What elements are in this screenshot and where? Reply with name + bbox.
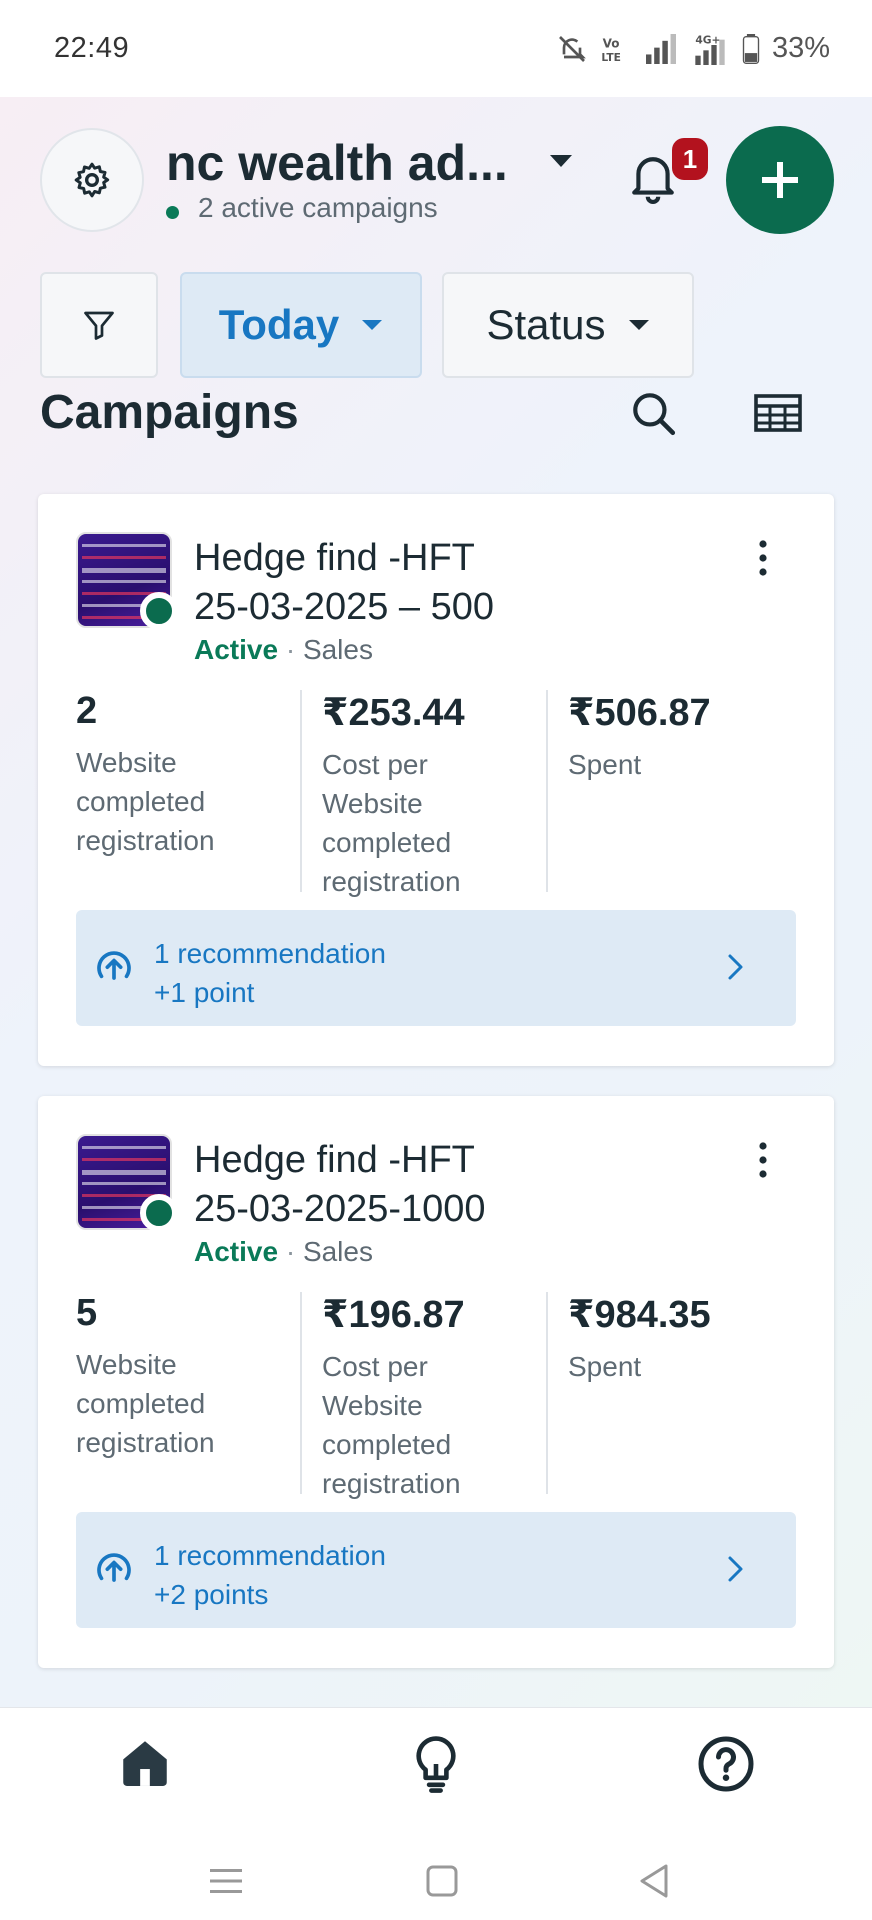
metric-value: 2 [76, 690, 98, 732]
filter-bar: Today Status [38, 272, 834, 378]
campaign-card[interactable]: Hedge find -HFT 25-03-2025-1000 Active ·… [38, 1096, 834, 1668]
metric-label: Website completed registration [76, 747, 215, 856]
status-icons: Vo LTE 4G+ 33% [556, 32, 830, 65]
date-range-dropdown[interactable]: Today [180, 272, 422, 378]
metric-label: Cost per Website completed registration [322, 749, 461, 897]
metric-label: Cost per Website completed registration [322, 1351, 461, 1499]
metric-value: ₹506.87 [568, 692, 711, 734]
campaign-status-line: Active · Sales [194, 634, 373, 665]
svg-text:4G+: 4G+ [695, 33, 720, 46]
campaign-card[interactable]: Hedge find -HFT 25-03-2025 – 500 Active … [38, 494, 834, 1066]
lightbulb-icon[interactable] [408, 1734, 464, 1794]
bell-icon[interactable] [628, 150, 678, 206]
battery-icon [742, 33, 760, 64]
caret-down-icon [628, 320, 649, 330]
recommendation-banner[interactable]: 1 recommendation +2 points [76, 1512, 796, 1628]
caret-down-icon [362, 320, 383, 330]
campaign-metrics: 5 Website completed registration ₹196.87… [76, 1292, 796, 1499]
delivery-status-dot [140, 592, 178, 630]
home-icon[interactable] [116, 1734, 174, 1792]
opportunity-arrow-icon [97, 1553, 131, 1582]
status-badge: Active [194, 1236, 279, 1267]
home-square-icon[interactable] [426, 1865, 458, 1897]
4g-signal-icon: 4G+ [695, 33, 725, 65]
svg-text:LTE: LTE [601, 51, 621, 64]
create-campaign-button[interactable] [726, 126, 834, 234]
date-range-label: Today [218, 301, 340, 348]
status-badge: Active [194, 634, 279, 665]
filter-funnel-icon [84, 311, 114, 340]
svg-text:Vo: Vo [603, 36, 620, 50]
chevron-right-icon [728, 1556, 743, 1582]
settings-button[interactable] [40, 128, 144, 232]
status-bar: 22:49 Vo LTE 4G+ 33% [0, 0, 872, 97]
recommendation-text: 1 recommendation +2 points [154, 1536, 386, 1614]
metric-divider [300, 690, 302, 892]
page-title: Campaigns [40, 386, 299, 439]
metric-label: Website completed registration [76, 1349, 215, 1458]
status-time: 22:49 [54, 32, 130, 64]
campaign-objective: Sales [302, 634, 373, 665]
active-campaigns-count: 2 active campaigns [198, 192, 438, 223]
recommendation-count: 1 recommendation [154, 1540, 386, 1571]
campaign-name: Hedge find -HFT 25-03-2025 – 500 [194, 537, 495, 628]
filter-button[interactable] [40, 272, 158, 378]
metric-divider [546, 690, 548, 892]
system-navigation-bar [0, 1817, 872, 1920]
metric-value: 5 [76, 1292, 98, 1334]
delivery-status-dot [140, 1194, 178, 1232]
more-options-icon[interactable] [756, 538, 770, 578]
account-header: nc wealth ad... 2 active campaigns 1 [38, 126, 834, 234]
signal-icon [645, 33, 676, 64]
recommendation-text: 1 recommendation +1 point [154, 934, 386, 1012]
volte-icon: Vo LTE [601, 36, 621, 64]
back-icon[interactable] [638, 1863, 670, 1899]
table-view-icon[interactable] [754, 394, 802, 432]
opportunity-arrow-icon [97, 951, 131, 980]
metric-cost-per-result: ₹253.44 Cost per Website completed regis… [322, 690, 522, 901]
chevron-right-icon [728, 954, 743, 980]
gear-icon [74, 162, 110, 198]
metric-amount-spent: ₹984.35 Spent [568, 1292, 788, 1386]
active-indicator-dot [166, 206, 179, 219]
metric-results: 2 Website completed registration [76, 690, 296, 860]
metric-label: Spent [568, 1351, 642, 1382]
metric-value: ₹253.44 [322, 692, 465, 734]
status-dropdown[interactable]: Status [442, 272, 694, 378]
plus-icon [762, 162, 798, 198]
metric-value: ₹984.35 [568, 1294, 711, 1336]
mute-bell-icon [559, 35, 586, 62]
search-icon[interactable] [628, 388, 678, 438]
more-options-icon[interactable] [756, 1140, 770, 1180]
help-icon[interactable] [696, 1734, 756, 1794]
battery-percent: 33% [771, 32, 830, 64]
status-filter-label: Status [486, 301, 606, 348]
metric-divider [546, 1292, 548, 1494]
metric-label: Spent [568, 749, 642, 780]
campaign-name: Hedge find -HFT 25-03-2025-1000 [194, 1139, 486, 1230]
metric-amount-spent: ₹506.87 Spent [568, 690, 788, 784]
recommendation-banner[interactable]: 1 recommendation +1 point [76, 910, 796, 1026]
recommendation-points: +2 points [154, 1579, 269, 1610]
recommendation-count: 1 recommendation [154, 938, 386, 969]
caret-down-icon[interactable] [548, 152, 574, 170]
campaign-status-line: Active · Sales [194, 1236, 373, 1267]
menu-icon[interactable] [210, 1867, 242, 1895]
recommendation-points: +1 point [154, 977, 255, 1008]
metric-cost-per-result: ₹196.87 Cost per Website completed regis… [322, 1292, 522, 1503]
metric-divider [300, 1292, 302, 1494]
account-name[interactable]: nc wealth ad... [166, 134, 508, 192]
bottom-navigation [0, 1707, 872, 1817]
campaign-objective: Sales [302, 1236, 373, 1267]
notification-badge: 1 [672, 138, 708, 180]
metric-results: 5 Website completed registration [76, 1292, 296, 1462]
metric-value: ₹196.87 [322, 1294, 465, 1336]
campaign-metrics: 2 Website completed registration ₹253.44… [76, 690, 796, 897]
